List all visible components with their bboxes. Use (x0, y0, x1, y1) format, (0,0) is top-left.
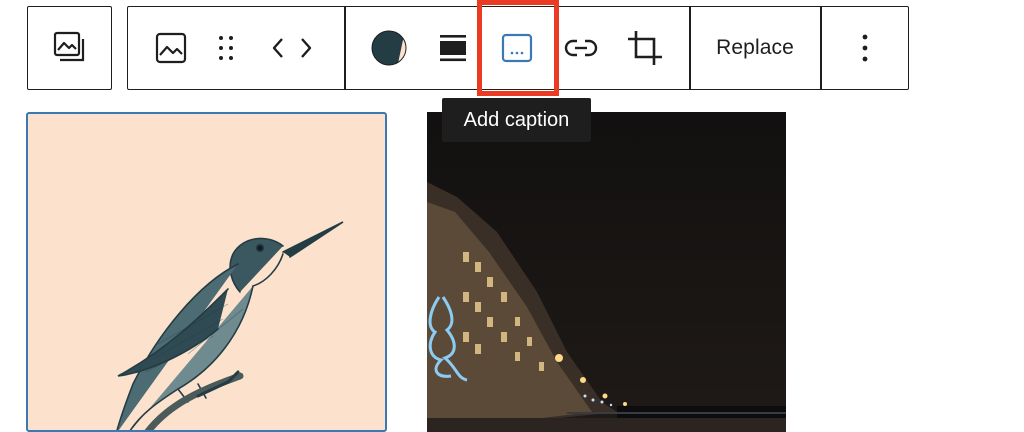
caption-icon (501, 33, 533, 63)
link-icon (564, 37, 598, 59)
block-toolbar: Replace (127, 6, 909, 90)
gallery-image-hummingbird[interactable] (26, 112, 387, 432)
night-waterfront-photo (427, 112, 786, 432)
toolbar-divider (344, 7, 346, 89)
align-button[interactable] (424, 7, 482, 89)
gallery-image-night-waterfront[interactable] (427, 112, 786, 432)
chevron-left-icon (271, 36, 285, 60)
more-options-icon (861, 33, 869, 63)
replace-label: Replace (716, 36, 794, 59)
move-right-button[interactable] (292, 7, 320, 89)
replace-button[interactable]: Replace (691, 7, 819, 89)
image-icon (154, 31, 188, 65)
select-parent-gallery-button[interactable] (28, 7, 111, 89)
drag-handle-button[interactable] (206, 7, 246, 89)
crop-button[interactable] (616, 7, 674, 89)
crop-icon (626, 29, 664, 67)
drag-handle-icon (216, 33, 236, 63)
block-type-image-button[interactable] (142, 7, 200, 89)
duotone-filter-button[interactable] (360, 7, 418, 89)
block-parent-toolbar-group (27, 6, 112, 90)
tooltip: Add caption (442, 98, 591, 142)
chevron-right-icon (299, 36, 313, 60)
more-options-button[interactable] (822, 7, 908, 89)
hummingbird-illustration (116, 221, 344, 430)
align-icon (439, 33, 467, 63)
gallery-icon (52, 30, 88, 66)
move-left-button[interactable] (264, 7, 292, 89)
duotone-icon (370, 29, 408, 67)
add-caption-button[interactable] (488, 7, 546, 89)
link-button[interactable] (552, 7, 610, 89)
